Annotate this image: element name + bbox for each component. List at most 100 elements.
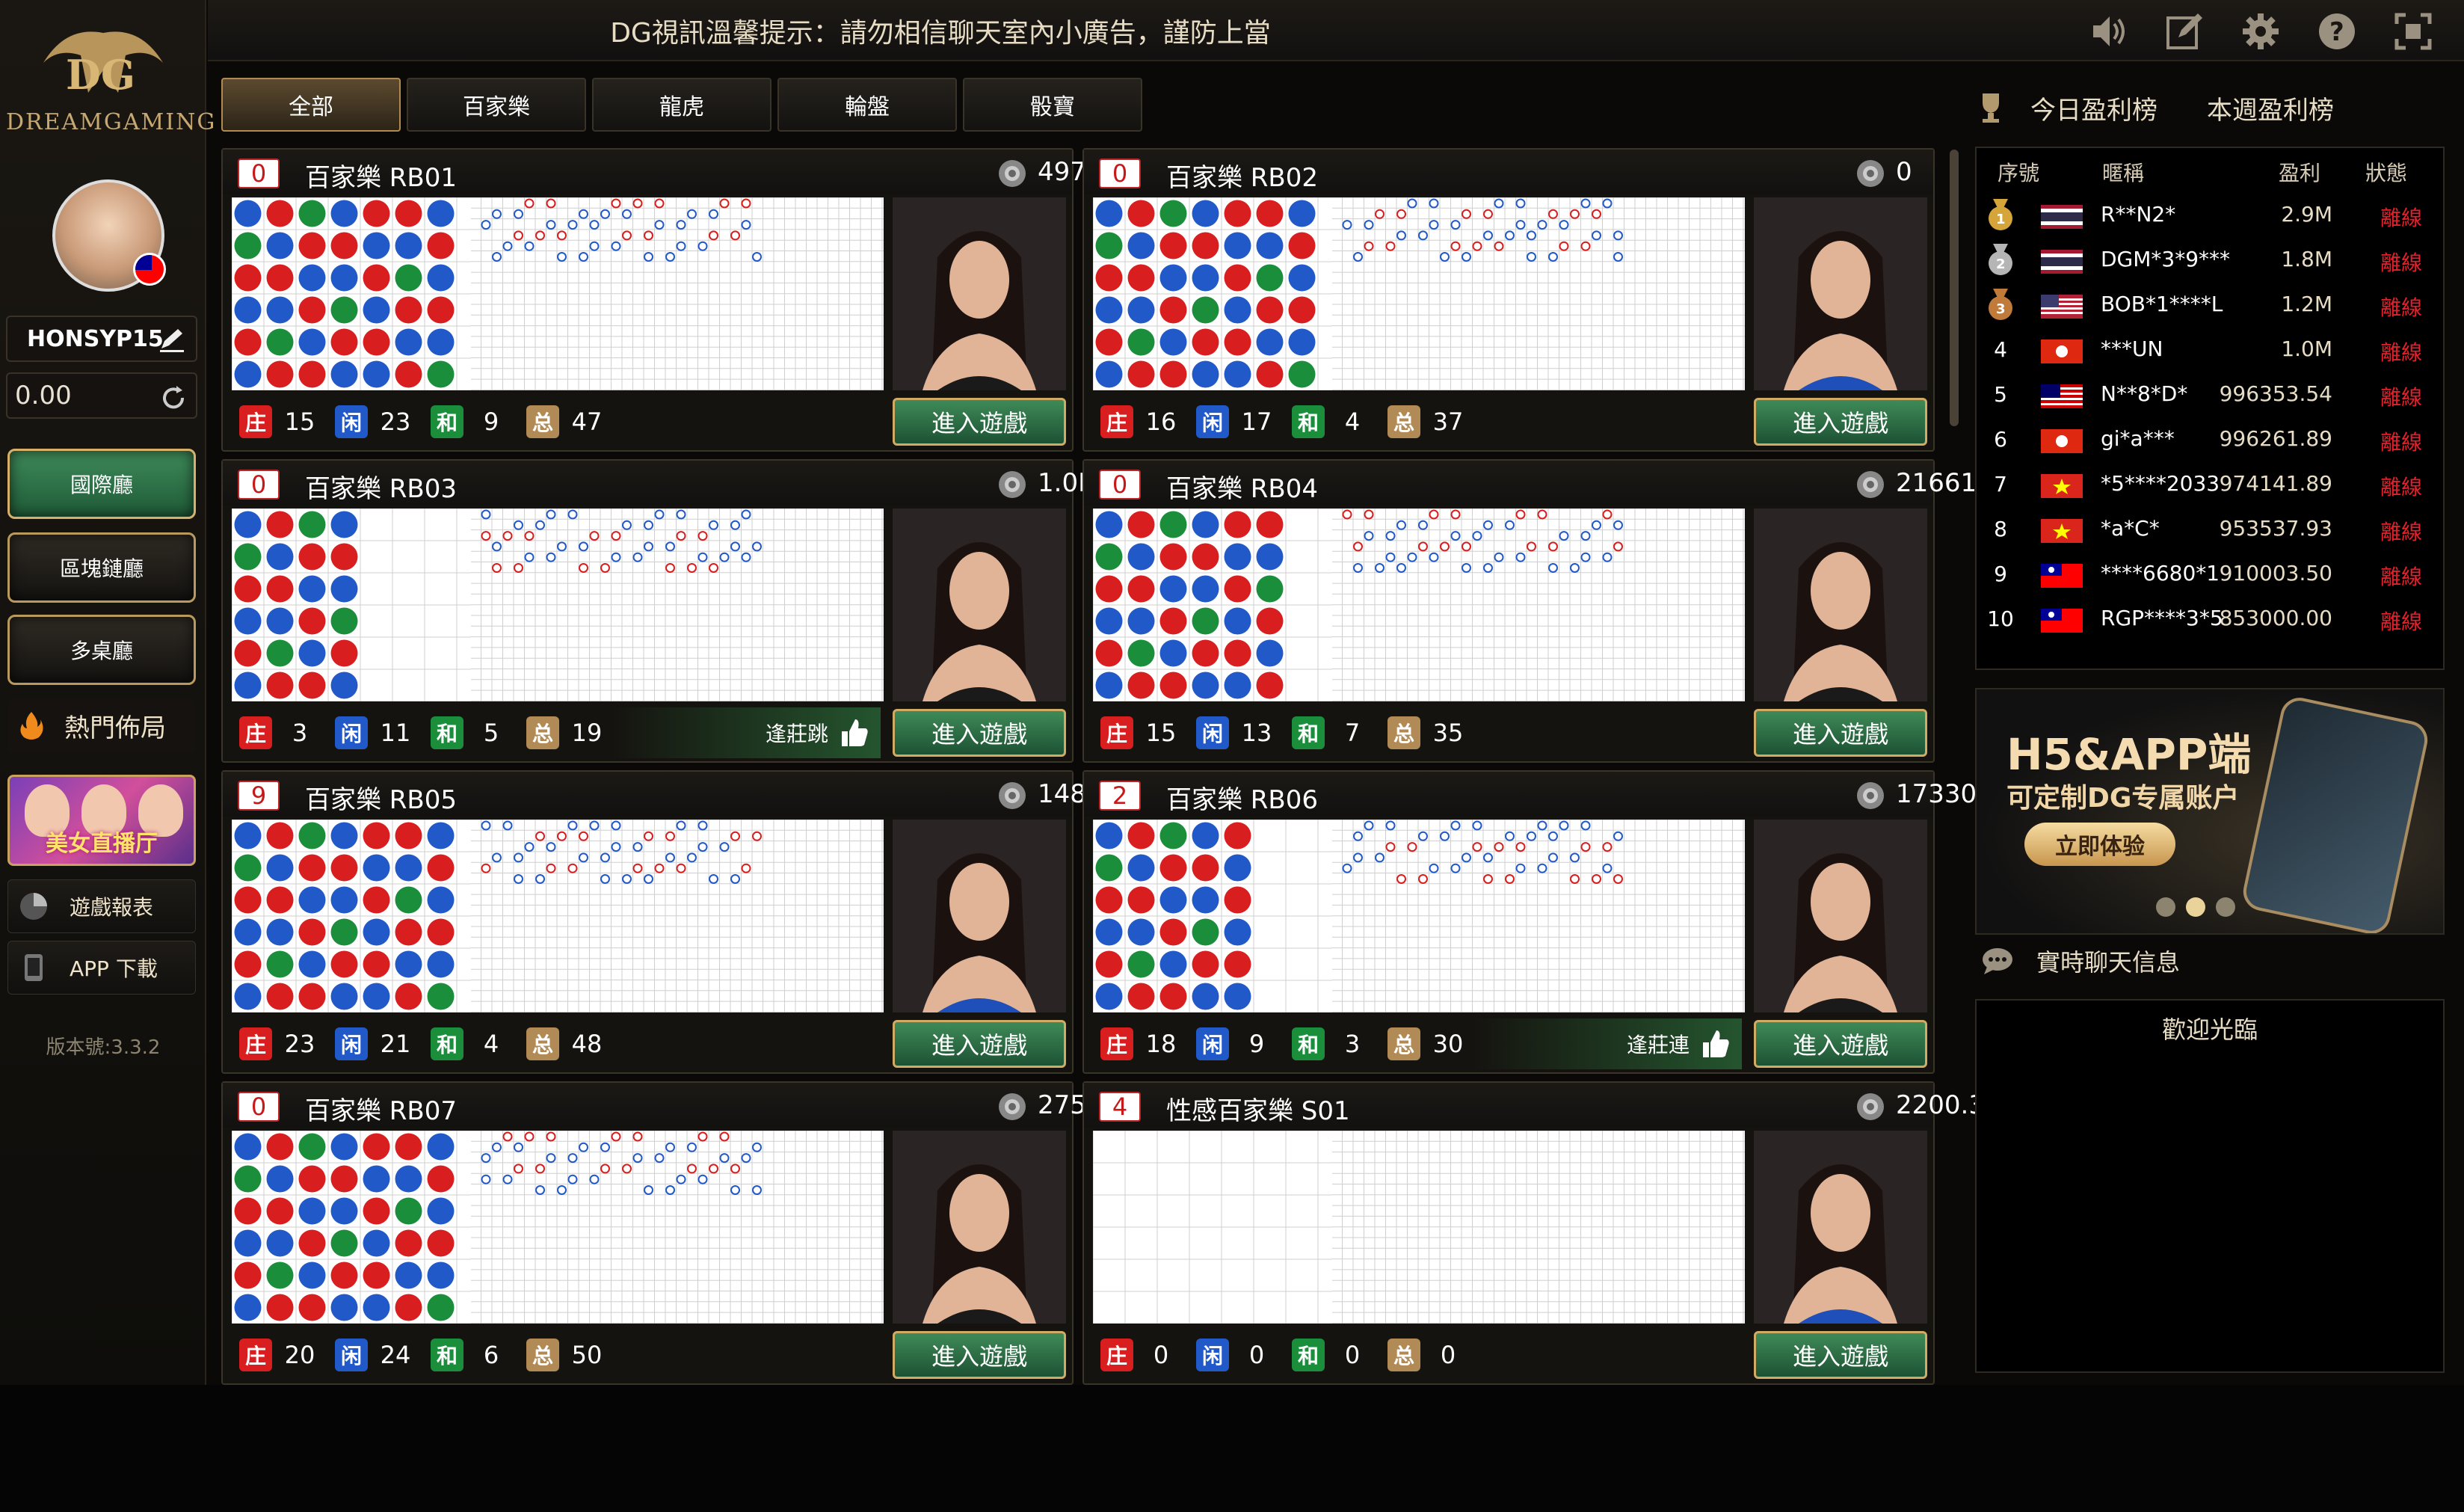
ranking-tabs: 今日盈利榜 本週盈利榜 bbox=[1974, 78, 2452, 138]
game-report-button[interactable]: 遊戲報表 bbox=[7, 879, 196, 933]
tab-baccarat[interactable]: 百家樂 bbox=[407, 78, 586, 132]
promo-cta-button[interactable]: 立即体验 bbox=[2024, 823, 2175, 866]
big-road-mark bbox=[1364, 820, 1374, 831]
big-road-mark bbox=[492, 541, 502, 552]
carousel-dot[interactable] bbox=[2156, 897, 2175, 917]
edit-pencil-icon[interactable] bbox=[157, 326, 187, 353]
enter-game-button[interactable]: 進入遊戲 bbox=[893, 709, 1066, 757]
big-road-mark bbox=[514, 520, 523, 530]
bead-road-result bbox=[1192, 264, 1219, 292]
tab-roulette[interactable]: 輪盤 bbox=[777, 78, 957, 132]
blockchain-hall-button[interactable]: 區塊鏈廳 bbox=[7, 532, 196, 603]
tab-today-ranking[interactable]: 今日盈利榜 bbox=[2030, 90, 2157, 126]
beauty-live-banner[interactable]: 美女直播厅 bbox=[7, 775, 196, 866]
big-road-mark bbox=[1592, 209, 1601, 219]
enter-game-button[interactable]: 進入遊戲 bbox=[1754, 398, 1927, 446]
enter-game-button[interactable]: 進入遊戲 bbox=[893, 1331, 1066, 1379]
player-badge: 闲 bbox=[1196, 716, 1229, 749]
big-road-mark bbox=[1570, 563, 1580, 573]
bead-road-result bbox=[298, 232, 326, 259]
game-table-card[interactable]: 0 百家樂 RB02 0 543 庄16 闲17 和 bbox=[1082, 148, 2160, 452]
big-road-mark bbox=[709, 209, 718, 219]
bead-road-result bbox=[1224, 575, 1251, 603]
big-road-mark bbox=[1527, 541, 1536, 552]
big-road-mark bbox=[1353, 852, 1363, 863]
bead-road-result bbox=[234, 854, 262, 882]
tab-sicbo[interactable]: 骰寶 bbox=[963, 78, 1142, 132]
big-road-mark bbox=[1407, 842, 1417, 852]
big-road-mark bbox=[1385, 842, 1396, 852]
big-road-mark bbox=[752, 1142, 762, 1152]
big-road-mark bbox=[1559, 820, 1569, 831]
bead-road-result bbox=[266, 639, 294, 667]
bead-road-result bbox=[1127, 822, 1155, 849]
big-road-mark bbox=[579, 209, 588, 219]
big-road-mark bbox=[709, 520, 718, 530]
gear-icon[interactable] bbox=[2240, 10, 2282, 52]
top-bar: DG視訊溫馨提示：請勿相信聊天室內小廣告，謹防上當 ? bbox=[208, 0, 2464, 61]
enter-game-button[interactable]: 進入遊戲 bbox=[1754, 709, 1927, 757]
game-table-card[interactable]: 4 性感百家樂 S01 2200.3 44 庄0 闲0 bbox=[1082, 1081, 2143, 1385]
bead-road-result bbox=[266, 918, 294, 946]
game-table-card[interactable]: 0 百家樂 RB01 497798.9 638 庄 15 闲 23 bbox=[221, 148, 1310, 452]
table-list-scrollbar[interactable] bbox=[1950, 150, 1959, 426]
big-road-mark bbox=[622, 874, 632, 884]
tab-week-ranking[interactable]: 本週盈利榜 bbox=[2207, 90, 2334, 126]
enter-game-button[interactable]: 進入遊戲 bbox=[1754, 1020, 1927, 1068]
hot-layout-button[interactable]: 熱門佈局 bbox=[7, 698, 196, 752]
big-road-mark bbox=[1548, 831, 1558, 841]
bet-pool: 0 bbox=[1896, 157, 1912, 187]
player-badge: 闲 bbox=[1196, 1339, 1229, 1371]
bead-road-result bbox=[427, 983, 455, 1010]
game-table-card[interactable]: 2 百家樂 RB06 173309.6 330 庄 18 闲9 bbox=[1082, 770, 2160, 1074]
big-road-mark bbox=[730, 874, 740, 884]
refresh-icon[interactable] bbox=[158, 383, 188, 413]
player-winnings: 953537.93 bbox=[2219, 516, 2332, 541]
enter-game-button[interactable]: 進入遊戲 bbox=[1754, 1331, 1927, 1379]
big-road-mark bbox=[622, 209, 632, 219]
tab-all[interactable]: 全部 bbox=[221, 78, 401, 132]
big-road-mark bbox=[567, 820, 578, 831]
player-badge: 闲 bbox=[335, 716, 368, 749]
bead-road-result bbox=[298, 639, 326, 667]
enter-game-button[interactable]: 進入遊戲 bbox=[893, 1020, 1066, 1068]
app-download-button[interactable]: APP 下載 bbox=[7, 941, 196, 995]
international-hall-button[interactable]: 國際廳 bbox=[7, 449, 196, 519]
bead-road-result bbox=[1288, 328, 1316, 356]
bead-road-result bbox=[266, 1197, 294, 1225]
svg-text:?: ? bbox=[2329, 17, 2344, 47]
promo-banner[interactable]: H5&APP端 可定制DG专属账户 立即体验 bbox=[1975, 688, 2445, 935]
bead-road-result bbox=[395, 950, 422, 978]
game-table-card[interactable]: 0 百家樂 RB07 275892.4 392 庄 20 闲 24 bbox=[221, 1081, 1310, 1385]
chip-icon bbox=[999, 782, 1026, 809]
edit-icon[interactable] bbox=[2163, 10, 2205, 52]
tie-badge: 和 bbox=[1292, 1027, 1325, 1060]
help-icon[interactable]: ? bbox=[2316, 10, 2358, 52]
bead-road-result bbox=[1127, 950, 1155, 978]
carousel-dot[interactable] bbox=[2216, 897, 2235, 917]
carousel-dot[interactable] bbox=[2186, 897, 2205, 917]
player-wins: 9 bbox=[1248, 1030, 1265, 1058]
tab-dragon-tiger[interactable]: 龍虎 bbox=[592, 78, 771, 132]
table-header: 0 百家樂 RB04 216613.1 326 bbox=[1084, 461, 2160, 505]
chip-icon bbox=[999, 1093, 1026, 1120]
big-road-mark bbox=[1515, 842, 1526, 852]
fullscreen-icon[interactable] bbox=[2392, 10, 2434, 52]
big-road-mark bbox=[1385, 820, 1396, 831]
big-road-mark bbox=[514, 230, 523, 241]
game-table-card[interactable]: 0 百家樂 RB03 1.0M 928 庄3 闲11 bbox=[221, 459, 1310, 763]
trend-label: 逢莊跳 bbox=[765, 722, 828, 746]
big-road-mark bbox=[1602, 863, 1613, 873]
dealer-portrait bbox=[893, 197, 1066, 390]
result-stats: 庄0 闲0 和0 总0 bbox=[1093, 1330, 1745, 1380]
round-count: 0 bbox=[238, 159, 280, 188]
bead-road-result bbox=[1256, 296, 1284, 324]
big-road-mark bbox=[1515, 220, 1526, 230]
avatar[interactable] bbox=[52, 179, 166, 292]
multi-table-hall-button[interactable]: 多桌廳 bbox=[7, 615, 196, 685]
game-table-card[interactable]: 9 百家樂 RB05 148214.0 349 庄 23 闲 21 bbox=[221, 770, 1310, 1074]
big-road-mark bbox=[579, 252, 588, 262]
sound-icon[interactable] bbox=[2087, 10, 2129, 52]
enter-game-button[interactable]: 進入遊戲 bbox=[893, 398, 1066, 446]
game-table-card[interactable]: 0 百家樂 RB04 216613.1 326 庄 15 闲 13 bbox=[1082, 459, 2160, 763]
